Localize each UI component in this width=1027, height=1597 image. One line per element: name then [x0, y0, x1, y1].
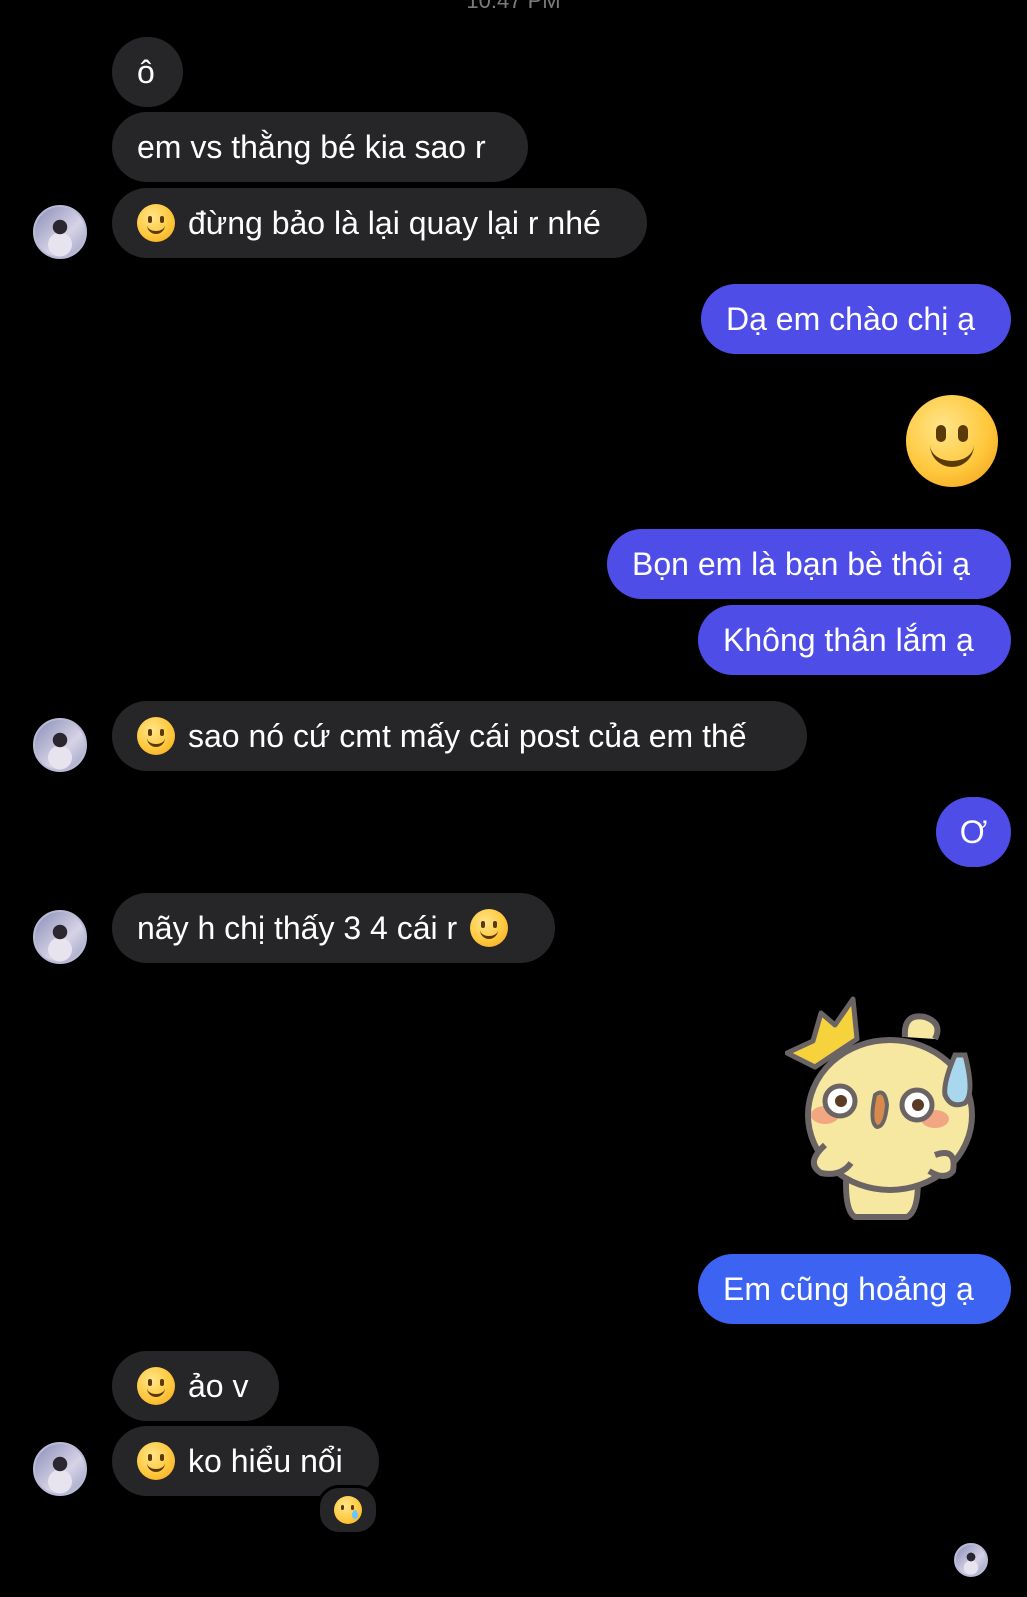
slightly-smiling-face-emoji: [137, 717, 175, 755]
slightly-smiling-face-emoji: [137, 204, 175, 242]
message-text: Bọn em là bạn bè thôi ạ: [632, 545, 971, 582]
slightly-smiling-face-emoji: [470, 909, 509, 947]
outgoing-message[interactable]: Bọn em là bạn bè thôi ạ: [607, 529, 1011, 599]
message-text: ảo v: [188, 1367, 249, 1404]
contact-avatar[interactable]: [33, 910, 87, 964]
message-text: nãy h chị thấy 3 4 cái r: [137, 909, 458, 946]
outgoing-message[interactable]: Em cũng hoảng ạ: [698, 1254, 1011, 1324]
message-text: Không thân lắm ạ: [723, 621, 974, 658]
outgoing-message[interactable]: Dạ em chào chị ạ: [701, 284, 1011, 354]
message-text: Em cũng hoảng ạ: [723, 1270, 974, 1307]
slightly-smiling-face-emoji: [137, 1367, 175, 1405]
incoming-message[interactable]: nãy h chị thấy 3 4 cái r: [112, 893, 555, 963]
message-text: em vs thằng bé kia sao r: [137, 128, 486, 165]
message-text: đừng bảo là lại quay lại r nhé: [188, 204, 601, 241]
incoming-message[interactable]: em vs thằng bé kia sao r: [112, 112, 528, 182]
contact-avatar[interactable]: [33, 718, 87, 772]
outgoing-message[interactable]: Ơ: [936, 797, 1011, 867]
message-text: ko hiểu nổi: [188, 1442, 343, 1479]
contact-avatar[interactable]: [33, 205, 87, 259]
message-text: Ơ: [959, 813, 988, 850]
seen-receipt-avatar: [954, 1543, 988, 1577]
thread-timestamp: 10:47 PM: [466, 0, 561, 13]
incoming-message[interactable]: ảo v: [112, 1351, 279, 1421]
outgoing-message[interactable]: Không thân lắm ạ: [698, 605, 1011, 675]
crying-face-reaction[interactable]: [317, 1485, 379, 1535]
contact-avatar[interactable]: [33, 1442, 87, 1496]
slightly-smiling-face-emoji-message[interactable]: [906, 395, 998, 487]
message-text: sao nó cứ cmt mấy cái post của em thế: [188, 717, 747, 754]
incoming-message[interactable]: sao nó cứ cmt mấy cái post của em thế: [112, 701, 807, 771]
slightly-smiling-face-emoji: [137, 1442, 175, 1480]
incoming-message[interactable]: ô: [112, 37, 183, 107]
message-text: ô: [137, 53, 155, 90]
crying-face-icon: [334, 1496, 362, 1524]
incoming-message[interactable]: đừng bảo là lại quay lại r nhé: [112, 188, 647, 258]
crowned-chick-sweat-sticker[interactable]: [785, 995, 995, 1225]
message-text: Dạ em chào chị ạ: [726, 300, 976, 337]
